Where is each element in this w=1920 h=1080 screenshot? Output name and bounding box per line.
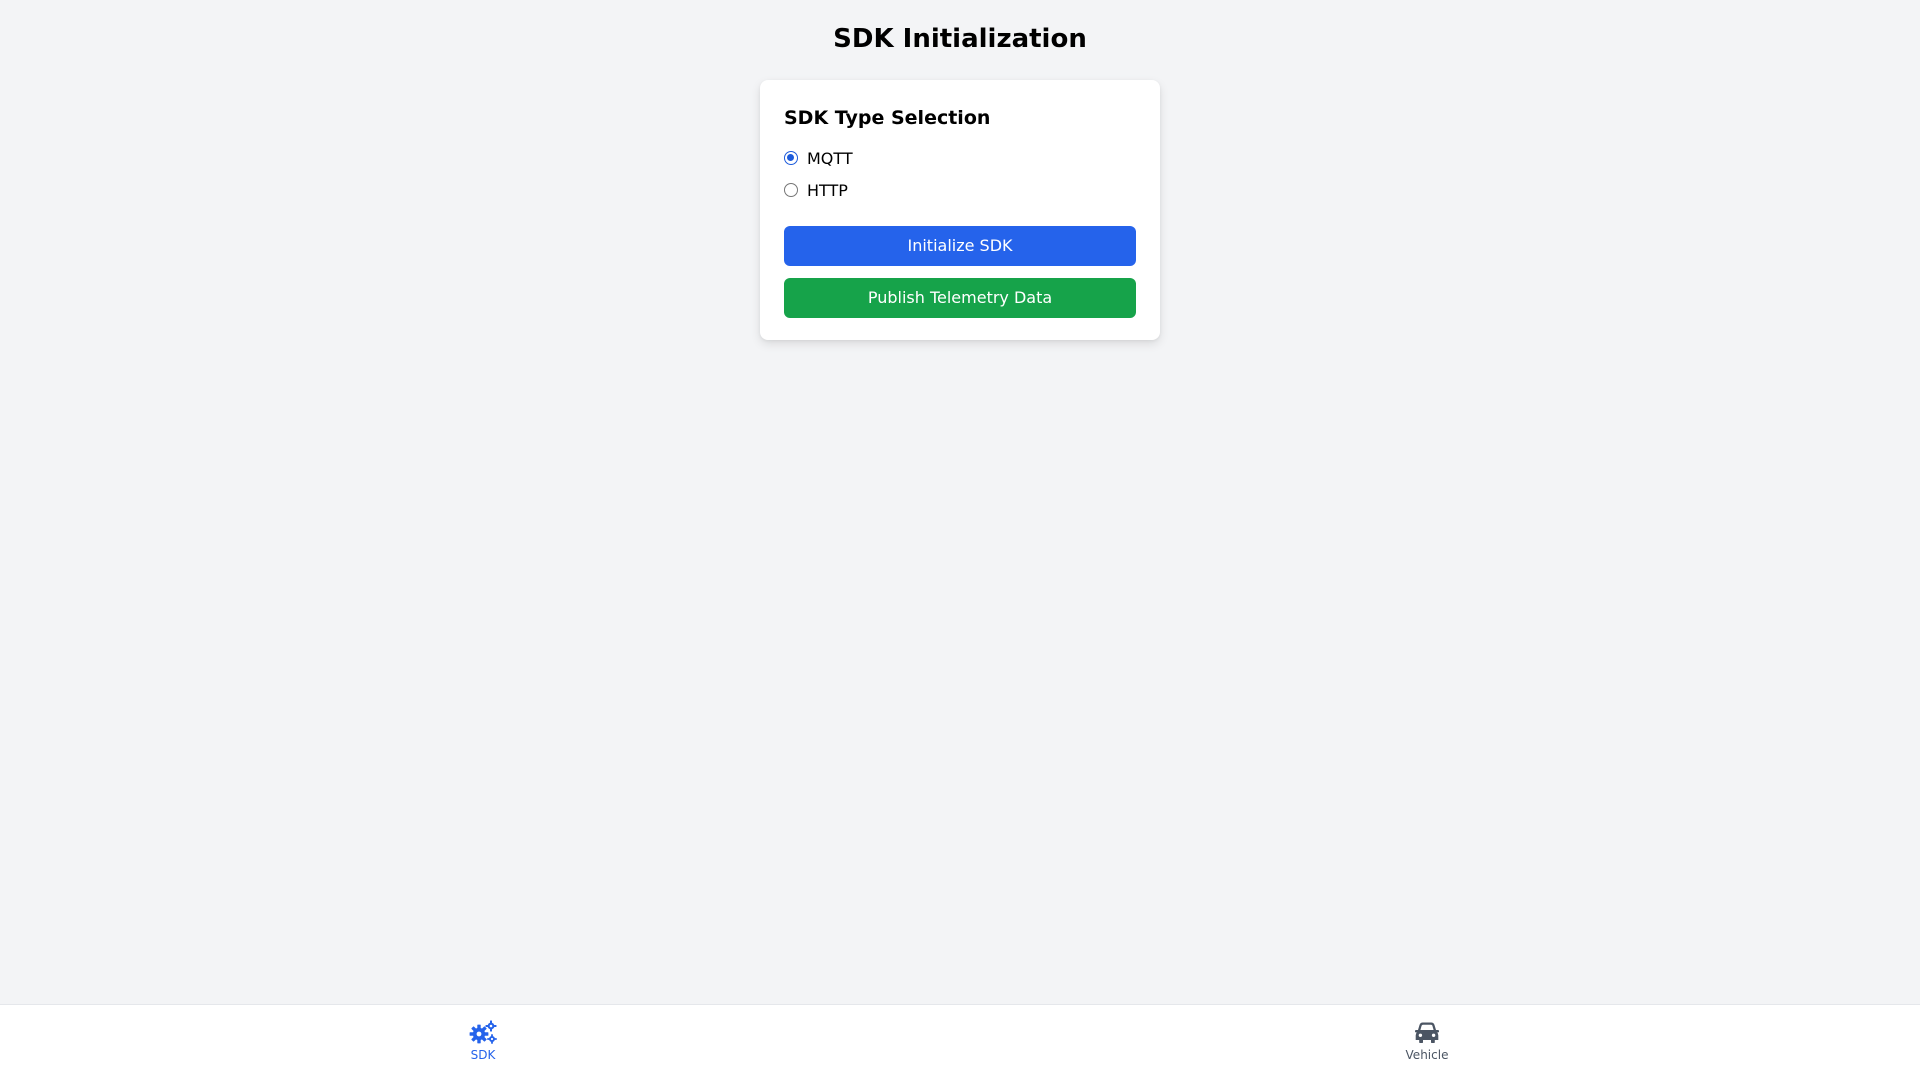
- radio-option-mqtt[interactable]: MQTT: [784, 142, 1136, 174]
- nav-label-vehicle: Vehicle: [1405, 1048, 1449, 1062]
- card-title: SDK Type Selection: [784, 107, 991, 129]
- http-radio[interactable]: [784, 183, 798, 197]
- initialize-sdk-button[interactable]: Initialize SDK: [784, 226, 1136, 266]
- mqtt-radio[interactable]: [784, 151, 798, 165]
- mqtt-label: MQTT: [807, 148, 853, 168]
- nav-item-sdk[interactable]: SDK: [423, 1019, 543, 1063]
- sdk-type-card: SDK Type Selection MQTT HTTP Initialize …: [760, 80, 1160, 340]
- gears-icon: [469, 1020, 497, 1044]
- nav-item-vehicle[interactable]: Vehicle: [1367, 1019, 1487, 1063]
- nav-label-sdk: SDK: [470, 1048, 496, 1062]
- bottom-navigation: SDK Vehicle: [0, 1004, 1920, 1080]
- radio-option-http[interactable]: HTTP: [784, 174, 1136, 206]
- sdk-type-radio-group: MQTT HTTP: [784, 142, 1136, 206]
- page-title: SDK Initialization: [833, 24, 1087, 54]
- http-label: HTTP: [807, 180, 848, 200]
- car-icon: [1415, 1022, 1439, 1043]
- app-page: SDK Initialization SDK Type Selection MQ…: [0, 0, 1920, 1080]
- publish-telemetry-button[interactable]: Publish Telemetry Data: [784, 278, 1136, 318]
